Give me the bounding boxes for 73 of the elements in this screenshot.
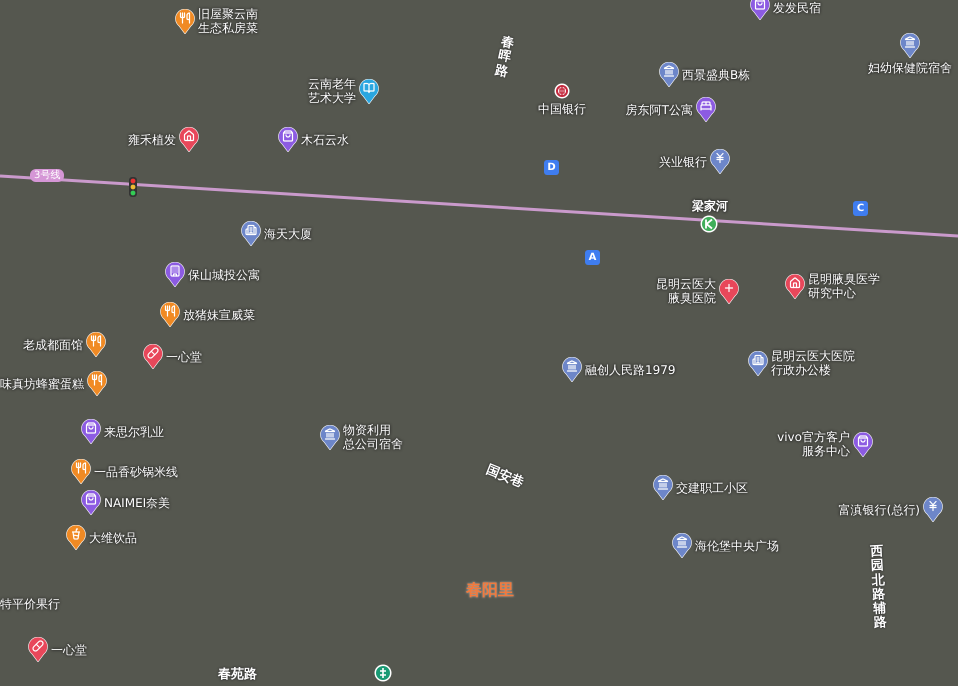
place-label[interactable]: 一心堂 <box>166 350 202 364</box>
place-label[interactable]: 交建职工小区 <box>676 480 748 494</box>
columns-building-pin-icon[interactable] <box>900 33 920 58</box>
building-pin-icon[interactable] <box>748 350 768 376</box>
area-name: 春阳里 <box>466 580 514 601</box>
place-label[interactable]: 一品香砂锅米线 <box>94 464 178 478</box>
utensils-pin-icon[interactable] <box>160 302 180 327</box>
yen-pin-icon[interactable] <box>710 149 730 174</box>
station-name[interactable]: 梁家河 <box>692 198 728 215</box>
place-label[interactable]: 大维饮品 <box>89 530 137 544</box>
place-label[interactable]: 一心堂 <box>51 642 87 656</box>
book-pin-icon[interactable] <box>359 78 379 104</box>
yen-pin-icon[interactable] <box>923 497 943 522</box>
place-label[interactable]: 物资利用 总公司宿舍 <box>343 423 403 451</box>
columns-building-pin-icon[interactable] <box>320 424 340 450</box>
building-pin-icon[interactable] <box>165 262 185 287</box>
place-label[interactable]: 来思尔乳业 <box>104 424 164 438</box>
building-pin-icon[interactable] <box>241 221 261 246</box>
place-label[interactable]: 融创人民路1979 <box>585 362 676 376</box>
pill-pin-icon[interactable] <box>28 637 48 662</box>
place-label[interactable]: 昆明云医大医院 行政办公楼 <box>771 349 855 377</box>
place-label[interactable]: 保山城投公寓 <box>188 268 260 282</box>
bed-pin-icon[interactable] <box>696 97 716 122</box>
columns-building-pin-icon[interactable] <box>659 62 679 87</box>
traffic-light-icon <box>129 177 137 197</box>
place-label[interactable]: 放猪妹宣威菜 <box>183 308 255 322</box>
road-name: 春晖路 <box>494 35 516 80</box>
place-label[interactable]: 海天大厦 <box>264 226 312 240</box>
metro-station-icon[interactable] <box>700 215 718 233</box>
place-label[interactable]: 昆明腋臭医学 研究中心 <box>808 272 880 300</box>
cup-pin-icon[interactable] <box>66 525 86 550</box>
place-label[interactable]: 发发民宿 <box>773 0 821 14</box>
place-label[interactable]: 中国银行 <box>538 102 586 116</box>
metro-line-label: 3号线 <box>30 169 64 182</box>
metro-exit-marker[interactable]: C <box>853 201 868 216</box>
columns-building-pin-icon[interactable] <box>653 475 673 500</box>
bank-logo-icon[interactable] <box>554 83 570 99</box>
utensils-pin-icon[interactable] <box>86 332 106 357</box>
bag-pin-icon[interactable] <box>750 0 770 20</box>
columns-building-pin-icon[interactable] <box>562 357 582 382</box>
road-name: 西园北路辅路 <box>870 544 888 632</box>
cross-pin-icon[interactable] <box>719 278 739 304</box>
place-label[interactable]: 昆明云医大 腋臭医院 <box>656 277 716 305</box>
utensils-pin-icon[interactable] <box>71 459 91 484</box>
place-label[interactable]: 特平价果行 <box>0 597 60 611</box>
metro-exit-marker[interactable]: A <box>585 250 600 265</box>
place-label[interactable]: 富滇银行(总行) <box>838 502 920 516</box>
place-label[interactable]: 海伦堡中央广场 <box>695 538 779 552</box>
bag-pin-icon[interactable] <box>81 419 101 444</box>
bag-pin-icon[interactable] <box>278 127 298 152</box>
house-pin-icon[interactable] <box>179 127 199 152</box>
place-label[interactable]: 木石云水 <box>301 132 349 146</box>
utensils-pin-icon[interactable] <box>175 8 195 34</box>
place-label[interactable]: 妇幼保健院宿舍 <box>868 61 952 75</box>
place-label[interactable]: 雍禾植发 <box>128 132 176 146</box>
place-label[interactable]: 味真坊蜂蜜蛋糕 <box>0 376 84 390</box>
place-label[interactable]: 旧屋聚云南 生态私房菜 <box>198 7 258 35</box>
place-label[interactable]: 老成都面馆 <box>23 338 83 352</box>
place-label[interactable]: 房东阿T公寓 <box>626 102 693 116</box>
pill-pin-icon[interactable] <box>143 344 163 369</box>
place-label[interactable]: NAIMEI奈美 <box>104 496 170 510</box>
columns-building-pin-icon[interactable] <box>672 533 692 558</box>
place-label[interactable]: vivo官方客户 服务中心 <box>777 430 850 458</box>
place-label[interactable]: 西景盛典B栋 <box>682 68 750 82</box>
metro-exit-marker[interactable]: D <box>544 160 559 175</box>
place-label[interactable]: 兴业银行 <box>659 154 707 168</box>
house-pin-icon[interactable] <box>785 274 805 298</box>
road-name: 国安巷 <box>484 463 526 492</box>
place-label[interactable]: 云南老年 艺术大学 <box>308 77 356 105</box>
road-name: 春苑路 <box>218 668 257 682</box>
bag-pin-icon[interactable] <box>81 490 101 515</box>
bag-pin-icon[interactable] <box>853 432 873 456</box>
utensils-pin-icon[interactable] <box>87 371 107 396</box>
